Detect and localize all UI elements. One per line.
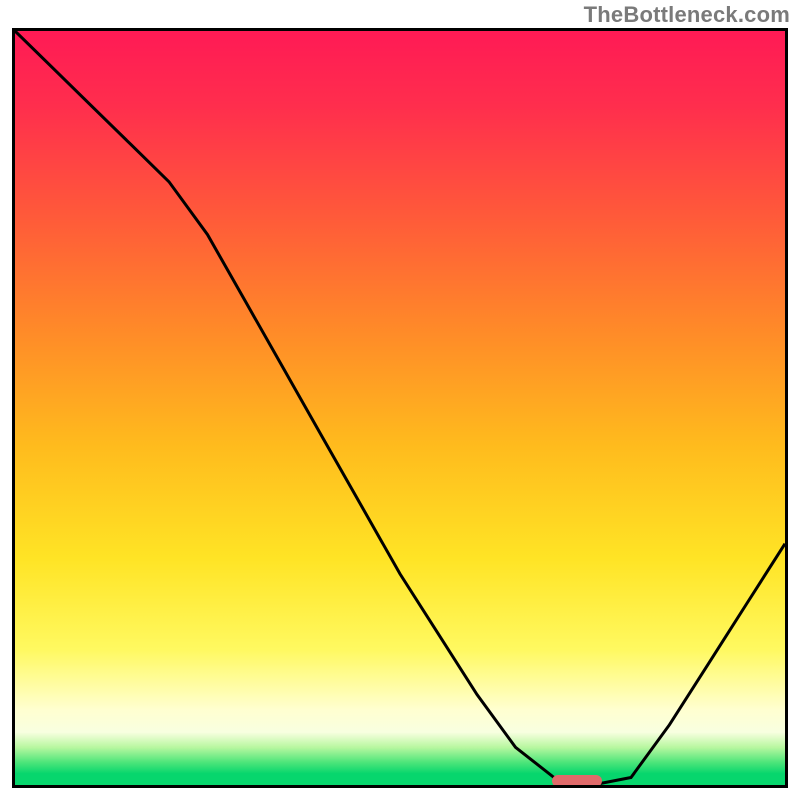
watermark-text: TheBottleneck.com <box>584 2 790 28</box>
optimal-marker <box>552 775 602 787</box>
bottleneck-curve <box>15 31 785 785</box>
plot-frame <box>12 28 788 788</box>
chart-root: TheBottleneck.com <box>0 0 800 800</box>
